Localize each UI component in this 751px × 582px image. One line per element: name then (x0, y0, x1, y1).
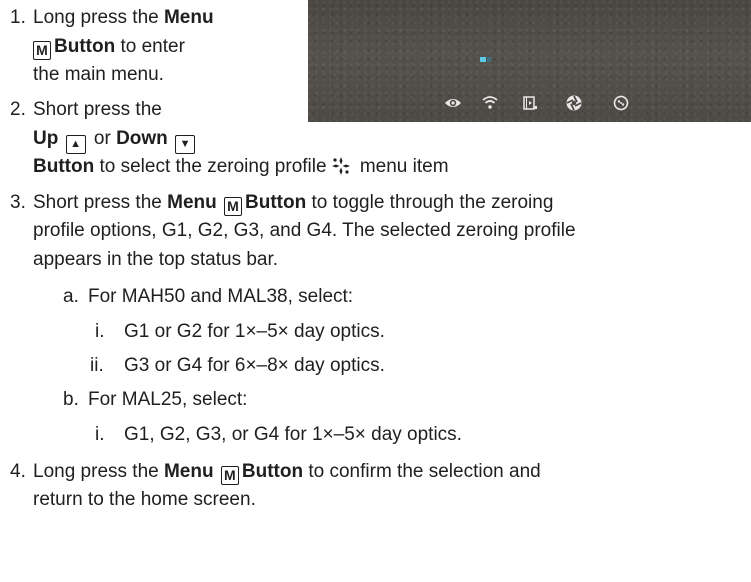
shutter-icon (566, 95, 582, 111)
step-4-number: 4. (10, 461, 26, 482)
up-label: Up (33, 128, 59, 149)
sub-a-marker: a. (63, 286, 79, 307)
step-3-line-2: profile options, G1, G2, G3, and G4. The… (33, 220, 576, 241)
status-indicator (480, 57, 486, 62)
video-record-icon (523, 96, 537, 110)
zeroing-profile-icon (331, 157, 350, 175)
sub-a-ii-marker: ii. (90, 355, 104, 376)
button-label: Button (54, 36, 116, 57)
device-screen-image (308, 0, 751, 122)
button-label: Button (241, 461, 304, 482)
button-label: Button (245, 192, 307, 213)
menu-label: Menu (163, 7, 214, 28)
step-3-line-3: appears in the top status bar. (33, 249, 279, 270)
sub-a-i-marker: i. (95, 321, 105, 342)
step-1-line-2: M Button to enter (33, 35, 185, 60)
down-label: Down (116, 128, 168, 149)
step-1-text: to enter (115, 36, 185, 57)
eye-icon (445, 99, 461, 107)
step-3-text: to toggle through the zeroing (306, 192, 554, 213)
step-3-number: 3. (10, 192, 26, 213)
settings-wheel-icon (613, 95, 629, 111)
down-key-icon: ▼ (175, 135, 196, 154)
menu-key-icon: M (220, 466, 239, 485)
menu-key-icon: M (224, 197, 243, 216)
step-1-line-1: Long press the Menu (33, 6, 214, 30)
sub-b-marker: b. (63, 389, 79, 410)
menu-key-icon: M (33, 41, 51, 60)
step-2-text-end: menu item (354, 156, 449, 177)
step-2-line-3: Button to select the zeroing profile men… (33, 155, 449, 179)
status-indicator-secondary (487, 57, 491, 62)
wifi-icon (482, 96, 498, 109)
step-4-text: Long press the (33, 461, 164, 482)
sub-b-i-text: G1, G2, G3, or G4 for 1×–5× day optics. (124, 424, 462, 445)
step-2-text: to select the zeroing profile (94, 156, 327, 177)
step-2-number: 2. (10, 99, 26, 120)
step-4-line-1: Long press the Menu M Button to confirm t… (33, 460, 541, 485)
menu-label: Menu (163, 461, 214, 482)
or-text: or (88, 128, 117, 149)
step-1-number: 1. (10, 7, 26, 28)
step-3-line-1: Short press the Menu M Button to toggle t… (33, 191, 553, 216)
menu-label: Menu (167, 192, 217, 213)
sub-b-text: For MAL25, select: (88, 389, 248, 410)
step-1-text: Long press the (33, 7, 164, 28)
step-2-line-2: Up ▲ or Down ▼ (33, 127, 198, 154)
step-3-text: Short press the (33, 192, 168, 213)
up-key-icon: ▲ (65, 135, 86, 154)
step-2-line-1: Short press the (33, 99, 162, 120)
sub-a-text: For MAH50 and MAL38, select: (88, 286, 354, 307)
step-4-line-2: return to the home screen. (33, 489, 256, 510)
step-4-text: to confirm the selection and (303, 461, 541, 482)
step-1-line-3: the main menu. (33, 64, 164, 85)
sub-b-i-marker: i. (95, 424, 105, 445)
sub-a-i-text: G1 or G2 for 1×–5× day optics. (124, 321, 385, 342)
sub-a-ii-text: G3 or G4 for 6×–8× day optics. (124, 355, 385, 376)
button-label: Button (33, 156, 95, 177)
